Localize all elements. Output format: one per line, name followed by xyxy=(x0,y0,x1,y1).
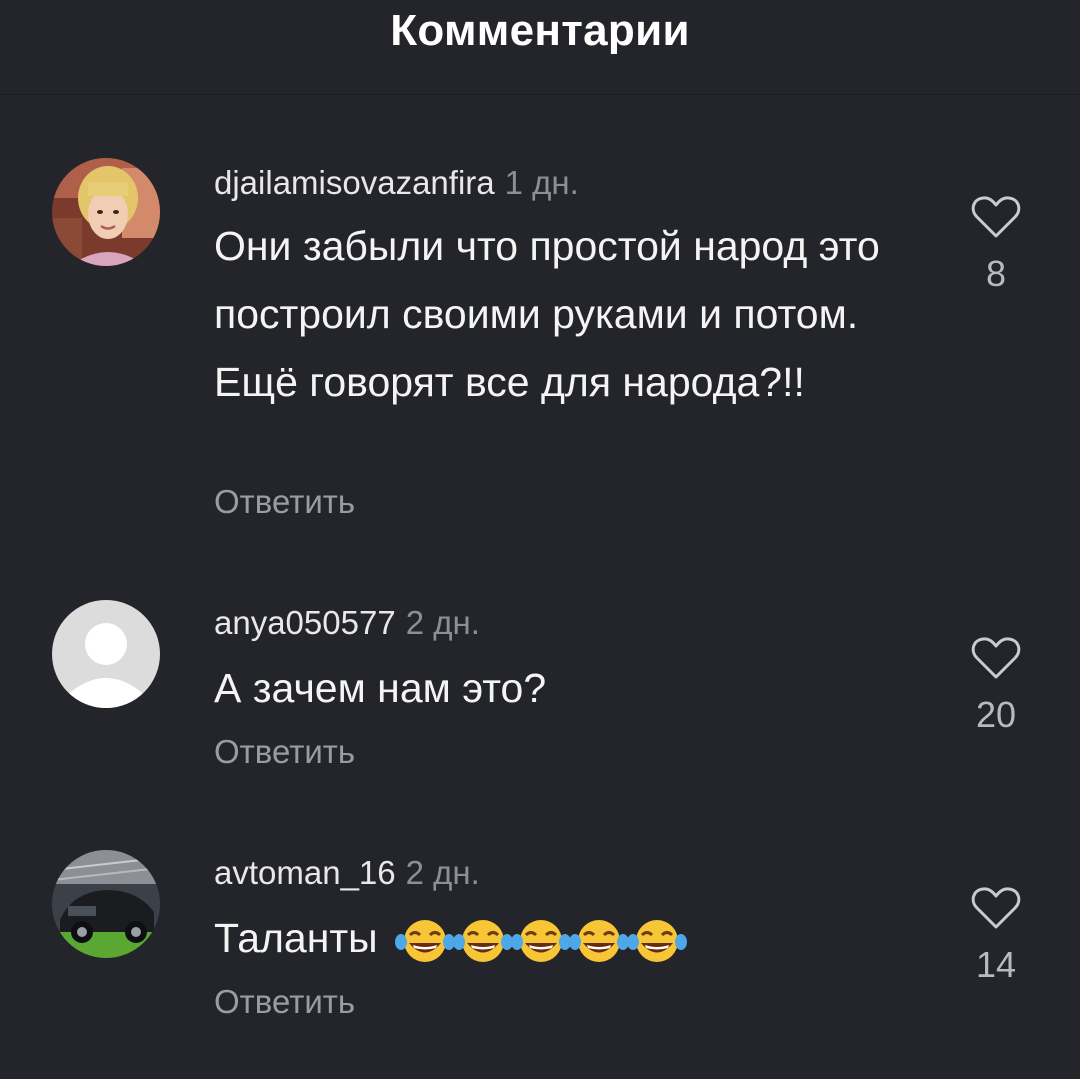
comment-meta: avtoman_16 2 дн. xyxy=(214,854,480,892)
tears-of-joy-emoji-icon xyxy=(453,920,514,963)
like-count: 20 xyxy=(975,694,1017,735)
username[interactable]: anya050577 xyxy=(214,604,396,641)
avatar[interactable] xyxy=(52,158,160,266)
comment-text-words: Таланты xyxy=(214,915,378,961)
like-button[interactable]: 20 xyxy=(965,636,1027,736)
username[interactable]: avtoman_16 xyxy=(214,854,396,891)
default-avatar-icon xyxy=(52,600,160,708)
tears-of-joy-emoji-icon xyxy=(395,920,456,963)
heart-icon xyxy=(971,887,1021,929)
comment-meta: anya050577 2 дн. xyxy=(214,604,480,642)
like-button[interactable]: 14 xyxy=(965,886,1027,986)
username[interactable]: djailamisovazanfira xyxy=(214,164,495,201)
avatar[interactable] xyxy=(52,600,160,708)
heart-icon xyxy=(971,637,1021,679)
like-button[interactable]: 8 xyxy=(965,195,1027,295)
timestamp: 1 дн. xyxy=(504,164,579,201)
comment-text: Таланты xyxy=(214,904,894,972)
comment-text: А зачем нам это? xyxy=(214,665,547,711)
page-title: Комментарии xyxy=(390,6,690,55)
like-count: 8 xyxy=(985,253,1007,294)
timestamp: 2 дн. xyxy=(405,854,480,891)
heart-icon xyxy=(971,196,1021,238)
emoji-group xyxy=(395,915,688,963)
timestamp: 2 дн. xyxy=(405,604,480,641)
comments-header: Комментарии xyxy=(0,0,1080,95)
tears-of-joy-emoji-icon xyxy=(569,920,630,963)
comment-text: Они забыли что простой народ это построи… xyxy=(214,223,880,405)
reply-button[interactable]: Ответить xyxy=(214,983,355,1021)
tears-of-joy-emoji-icon xyxy=(627,920,688,963)
avatar[interactable] xyxy=(52,850,160,958)
like-count: 14 xyxy=(975,944,1017,985)
reply-button[interactable]: Ответить xyxy=(214,733,355,771)
reply-button[interactable]: Ответить xyxy=(214,483,355,521)
comment-meta: djailamisovazanfira 1 дн. xyxy=(214,164,579,202)
tears-of-joy-emoji-icon xyxy=(511,920,572,963)
